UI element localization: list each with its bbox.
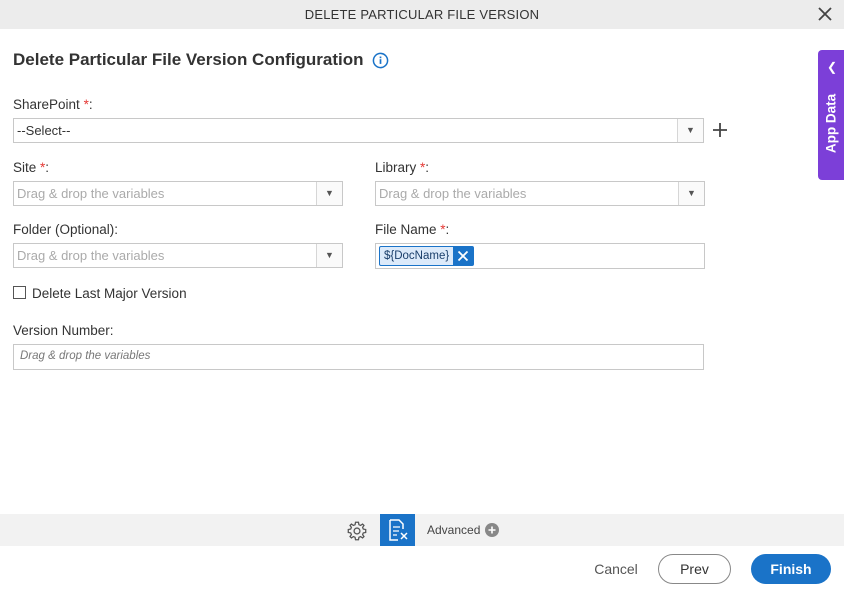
folder-placeholder: Drag & drop the variables xyxy=(17,248,165,263)
bottom-toolbar: Advanced xyxy=(0,514,844,546)
version-number-placeholder: Drag & drop the variables xyxy=(20,350,151,362)
prev-button[interactable]: Prev xyxy=(658,554,731,584)
finish-button[interactable]: Finish xyxy=(751,554,831,584)
library-select[interactable]: Drag & drop the variables ▼ xyxy=(375,181,705,206)
remove-chip-icon[interactable] xyxy=(453,247,474,265)
chevron-down-icon[interactable]: ▼ xyxy=(316,244,342,267)
document-clear-button[interactable] xyxy=(380,514,415,546)
app-data-label: App Data xyxy=(823,93,839,154)
plus-circle-icon[interactable] xyxy=(485,523,499,537)
site-select[interactable]: Drag & drop the variables ▼ xyxy=(13,181,343,206)
page-title: Delete Particular File Version Configura… xyxy=(13,50,364,69)
document-clear-icon xyxy=(388,519,408,541)
delete-last-major-checkbox[interactable] xyxy=(13,286,26,299)
chip-label: ${DocName} xyxy=(384,250,450,262)
sharepoint-select-value: --Select-- xyxy=(17,123,71,138)
version-number-label: Version Number: xyxy=(13,323,114,338)
sharepoint-label: SharePoint *: xyxy=(13,97,93,112)
folder-label: Folder (Optional): xyxy=(13,222,119,237)
folder-select[interactable]: Drag & drop the variables ▼ xyxy=(13,243,343,268)
library-label: Library *: xyxy=(375,160,430,175)
file-name-field[interactable]: ${DocName} xyxy=(375,243,705,269)
dialog-title-bar: DELETE PARTICULAR FILE VERSION xyxy=(0,0,844,29)
site-label: Site *: xyxy=(13,160,50,175)
chevron-down-icon[interactable]: ▼ xyxy=(677,119,703,142)
dialog-title: DELETE PARTICULAR FILE VERSION xyxy=(304,7,540,22)
app-data-tab[interactable]: ❮ App Data xyxy=(818,50,844,180)
chevron-down-icon[interactable]: ▼ xyxy=(678,182,704,205)
chevron-down-icon[interactable]: ▼ xyxy=(316,182,342,205)
close-icon[interactable] xyxy=(817,6,833,22)
variable-chip: ${DocName} xyxy=(379,246,475,266)
cancel-button[interactable]: Cancel xyxy=(586,555,646,583)
delete-last-major-label: Delete Last Major Version xyxy=(32,286,187,301)
version-number-input[interactable]: Drag & drop the variables xyxy=(13,344,704,370)
info-icon[interactable] xyxy=(372,52,389,69)
file-name-label: File Name *: xyxy=(375,222,450,237)
advanced-label[interactable]: Advanced xyxy=(427,523,480,537)
site-placeholder: Drag & drop the variables xyxy=(17,186,165,201)
library-placeholder: Drag & drop the variables xyxy=(379,186,527,201)
chevron-left-icon: ❮ xyxy=(827,60,838,74)
add-icon[interactable] xyxy=(712,122,728,138)
sharepoint-select[interactable]: --Select-- ▼ xyxy=(13,118,704,143)
gear-icon[interactable] xyxy=(346,520,368,542)
